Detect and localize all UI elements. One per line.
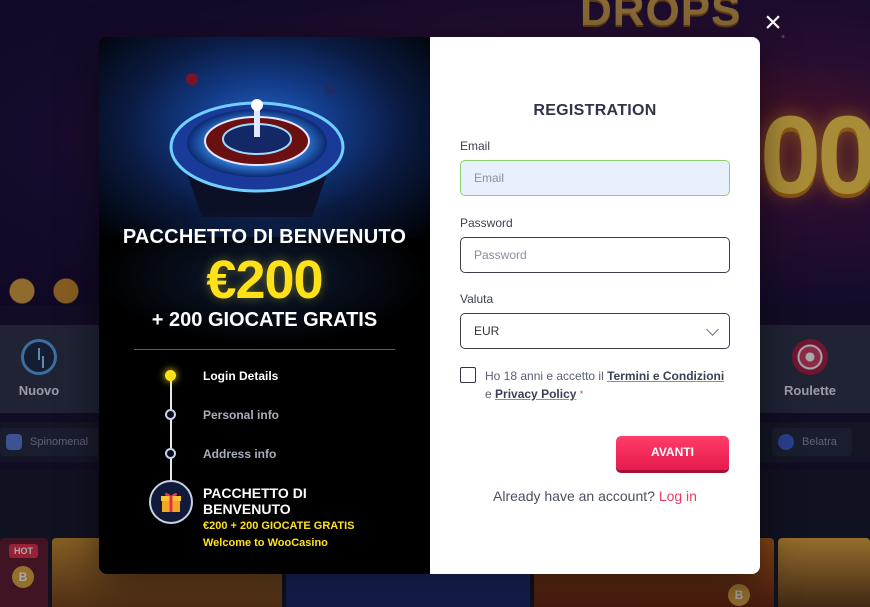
roulette-wheel-icon [162, 59, 352, 219]
currency-value: EUR [474, 324, 500, 338]
welcome-promo-panel: PACCHETTO DI BENVENUTO €200 + 200 GIOCAT… [99, 37, 430, 574]
promo-divider [134, 349, 395, 350]
login-prompt-row: Already have an account? Log in [430, 488, 760, 504]
required-mark: * [579, 389, 584, 399]
terms-text: Ho 18 anni e accetto il Termini e Condiz… [485, 367, 735, 403]
login-link[interactable]: Log in [659, 488, 697, 504]
currency-select[interactable]: EUR [460, 313, 730, 349]
step-dot-personal [165, 409, 176, 420]
registration-modal: PACCHETTO DI BENVENUTO €200 + 200 GIOCAT… [99, 37, 760, 574]
bonus-subtitle: €200 + 200 GIOCATE GRATIS [203, 520, 355, 532]
terms-prefix: Ho 18 anni e accetto il [485, 369, 604, 383]
promo-free-spins: + 200 GIOCATE GRATIS [151, 309, 378, 331]
registration-form: REGISTRATION Email Password Valuta EUR H… [430, 37, 760, 574]
promo-amount: €200 [206, 250, 323, 310]
step-login-details: Login Details [203, 369, 279, 383]
password-label: Password [460, 216, 513, 230]
form-title: REGISTRATION [533, 102, 657, 119]
bonus-welcome: Welcome to WooCasino [203, 537, 328, 549]
step-personal-info: Personal info [203, 408, 280, 422]
terms-and: e [485, 387, 492, 401]
login-prompt: Already have an account? [493, 488, 655, 504]
steps-progress-line [170, 377, 172, 489]
close-icon[interactable]: × [758, 8, 788, 38]
chevron-down-icon [706, 323, 719, 336]
promo-headline: PACCHETTO DI BENVENUTO [122, 226, 407, 248]
password-field[interactable] [460, 237, 730, 273]
terms-link[interactable]: Termini e Condizioni [607, 369, 724, 383]
email-label: Email [460, 139, 491, 153]
gift-icon [149, 480, 193, 524]
step-address-info: Address info [203, 447, 277, 461]
email-field[interactable] [460, 160, 730, 196]
privacy-policy-link[interactable]: Privacy Policy [495, 387, 576, 401]
avanti-button[interactable]: AVANTI [616, 436, 729, 470]
terms-checkbox[interactable] [460, 367, 476, 383]
step-dot-login [165, 370, 176, 381]
currency-label: Valuta [460, 292, 494, 306]
step-dot-address [165, 448, 176, 459]
bonus-title: PACCHETTO DI BENVENUTO [203, 485, 307, 517]
